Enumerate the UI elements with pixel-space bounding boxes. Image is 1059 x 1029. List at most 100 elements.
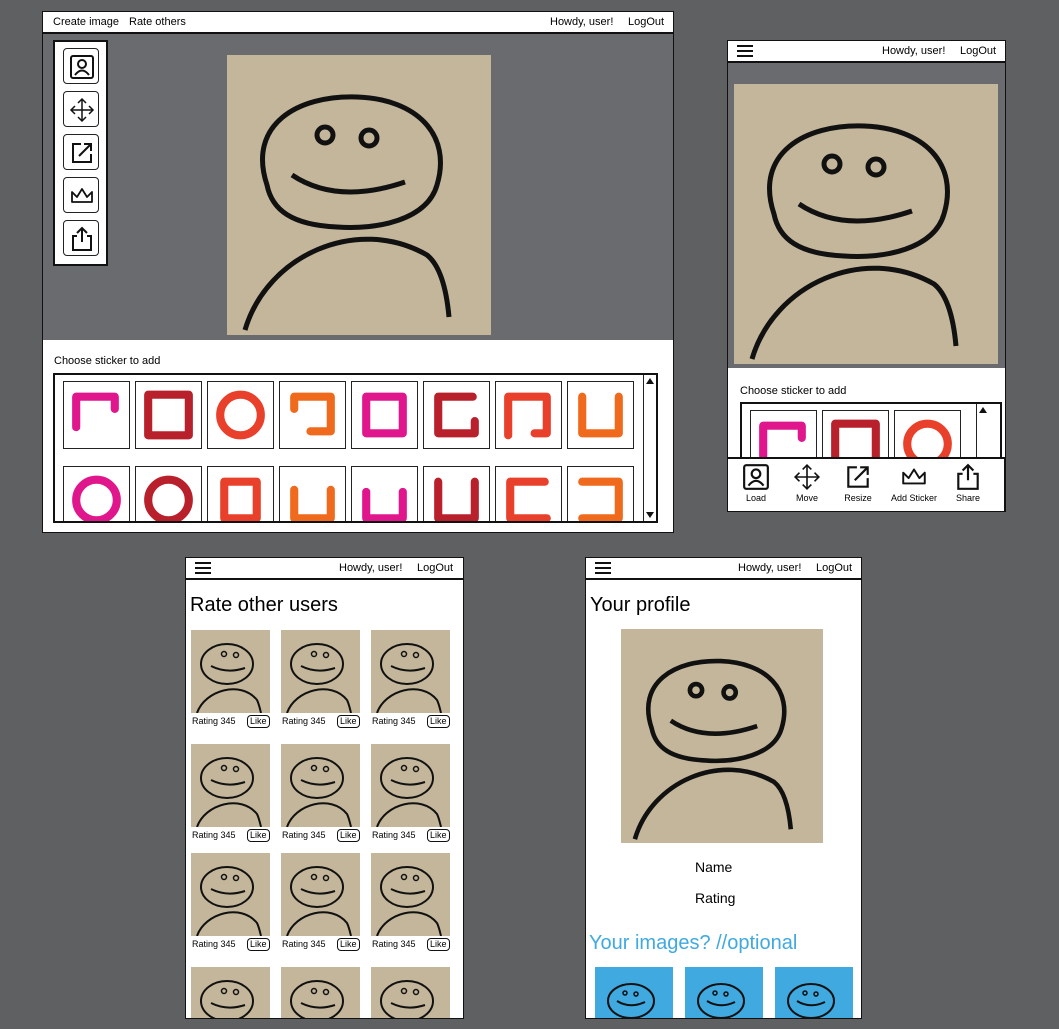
sticker-option[interactable] (135, 381, 202, 449)
sticker-scrollbar[interactable] (643, 375, 656, 521)
sticker-option[interactable] (567, 466, 634, 521)
share-tool-button[interactable] (63, 220, 99, 256)
rating-text: Rating 345 (192, 939, 236, 949)
user-image-thumb[interactable] (371, 630, 450, 714)
sticker-shape (434, 392, 479, 438)
sticker-shape (504, 392, 551, 440)
sticker-option[interactable] (135, 466, 202, 521)
sticker-option[interactable] (423, 466, 490, 521)
sticker-shape (216, 390, 265, 440)
logout-link[interactable]: LogOut (816, 562, 852, 574)
drawing-canvas[interactable] (227, 55, 491, 335)
like-button[interactable]: Like (337, 715, 360, 728)
move-button[interactable]: Move (782, 463, 832, 503)
like-button[interactable]: Like (427, 938, 450, 951)
hamburger-menu-icon[interactable] (737, 45, 753, 57)
user-icon (743, 464, 769, 490)
sticker-option[interactable] (63, 466, 130, 521)
resize-label: Resize (844, 493, 872, 503)
move-icon (794, 464, 820, 490)
sticker-option[interactable] (351, 381, 418, 449)
sticker-option[interactable] (207, 381, 274, 449)
sticker-option[interactable] (207, 466, 274, 521)
like-button[interactable]: Like (247, 829, 270, 842)
sticker-option[interactable] (567, 381, 634, 449)
scroll-up-arrow[interactable] (979, 407, 987, 413)
like-button[interactable]: Like (427, 829, 450, 842)
sticker-tool-button[interactable] (63, 177, 99, 213)
user-image-thumb[interactable] (191, 853, 270, 937)
logout-link[interactable]: LogOut (417, 562, 453, 574)
user-image-thumb[interactable] (191, 967, 270, 1018)
like-button[interactable]: Like (337, 938, 360, 951)
smiley-drawing (376, 643, 442, 714)
sticker-option[interactable] (279, 381, 346, 449)
smiley-drawing (376, 757, 442, 828)
user-image-thumb[interactable] (595, 967, 673, 1018)
smiley-drawing (196, 866, 262, 937)
logout-link[interactable]: LogOut (960, 45, 996, 57)
user-image-thumb[interactable] (281, 853, 360, 937)
sticker-shape (144, 475, 193, 521)
load-tool-button[interactable] (63, 48, 99, 84)
user-image-thumb[interactable] (685, 967, 763, 1018)
smiley-drawing (607, 983, 655, 1018)
user-image-thumb[interactable] (191, 744, 270, 828)
rating-text: Rating 345 (192, 830, 236, 840)
share-button[interactable]: Share (943, 463, 993, 503)
sticker-shape (362, 487, 407, 521)
mobile-editor-frame: Howdy, user! LogOut Choose sticker to ad… (727, 40, 1006, 512)
sticker-picker (740, 402, 1002, 462)
greeting-text: Howdy, user! (339, 562, 403, 574)
load-button[interactable]: Load (731, 463, 781, 503)
smiley-drawing (196, 643, 262, 714)
sticker-shape (290, 392, 335, 436)
sticker-option[interactable] (63, 381, 130, 449)
sticker-option[interactable] (495, 381, 562, 449)
resize-icon (847, 466, 869, 488)
hamburger-menu-icon[interactable] (595, 562, 611, 574)
sticker-shape (72, 475, 121, 521)
user-image-thumb[interactable] (371, 744, 450, 828)
desktop-editor-frame: Create image Rate others Howdy, user! Lo… (42, 11, 674, 533)
nav-rate-others[interactable]: Rate others (129, 16, 186, 28)
resize-button[interactable]: Resize (833, 463, 883, 503)
like-button[interactable]: Like (247, 715, 270, 728)
smiley-drawing (697, 983, 745, 1018)
sticker-shape (506, 477, 551, 521)
rating-text: Rating 345 (372, 716, 416, 726)
user-image-thumb[interactable] (371, 967, 450, 1018)
crown-icon (71, 188, 93, 203)
sticker-option[interactable] (822, 410, 889, 460)
like-button[interactable]: Like (337, 829, 360, 842)
sticker-option[interactable] (750, 410, 817, 460)
rating-text: Rating 345 (372, 939, 416, 949)
user-image-thumb[interactable] (775, 967, 853, 1018)
logout-link[interactable]: LogOut (628, 16, 664, 28)
scroll-down-arrow[interactable] (646, 512, 654, 518)
like-button[interactable]: Like (427, 715, 450, 728)
like-button[interactable]: Like (247, 938, 270, 951)
move-tool-button[interactable] (63, 91, 99, 127)
user-image-thumb[interactable] (281, 630, 360, 714)
nav-create-image[interactable]: Create image (53, 16, 119, 28)
sticker-option[interactable] (279, 466, 346, 521)
sticker-scrollbar[interactable] (976, 404, 989, 460)
user-image-thumb[interactable] (281, 744, 360, 828)
user-image-thumb[interactable] (191, 630, 270, 714)
profile-picture (621, 629, 823, 843)
scroll-up-arrow[interactable] (646, 378, 654, 384)
add-sticker-button[interactable]: Add Sticker (885, 463, 943, 503)
resize-tool-button[interactable] (63, 134, 99, 170)
share-icon (957, 463, 979, 490)
hamburger-menu-icon[interactable] (195, 562, 211, 574)
sticker-option[interactable] (894, 410, 961, 460)
sticker-option[interactable] (495, 466, 562, 521)
user-image-thumb[interactable] (371, 853, 450, 937)
sticker-option[interactable] (423, 381, 490, 449)
drawing-canvas[interactable] (734, 84, 998, 364)
sticker-section-label: Choose sticker to add (740, 385, 847, 397)
sticker-option[interactable] (351, 466, 418, 521)
user-image-thumb[interactable] (281, 967, 360, 1018)
sticker-shape (578, 477, 623, 521)
